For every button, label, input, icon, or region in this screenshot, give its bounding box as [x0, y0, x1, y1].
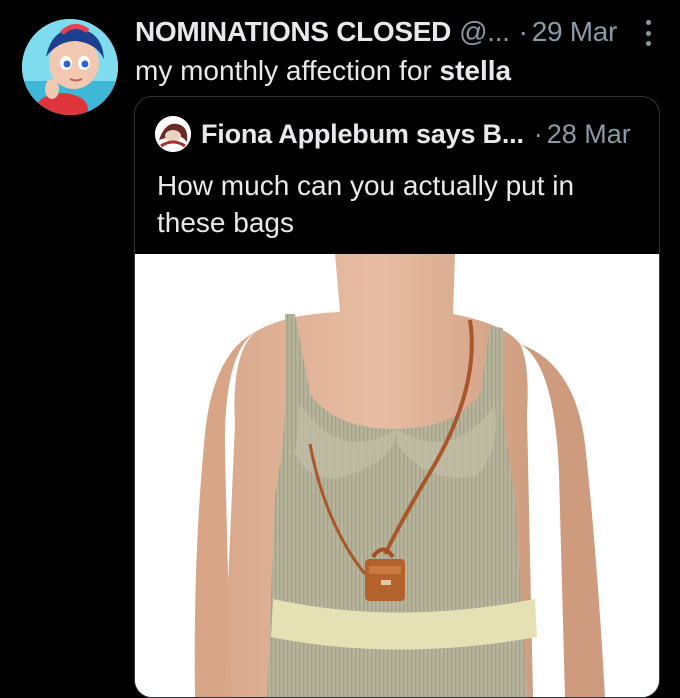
tweet-text-prefix: my monthly affection for — [135, 55, 440, 86]
quoted-avatar[interactable] — [155, 116, 191, 152]
tweet-text-bold: stella — [439, 55, 512, 86]
quoted-text: How much can you actually put in these b… — [157, 170, 575, 238]
separator-dot: · — [518, 16, 528, 47]
tweet-header: NOMINATIONS CLOSED @... · 29 Mar — [135, 14, 665, 50]
quoted-media-image[interactable] — [135, 254, 659, 697]
quoted-display-name[interactable]: Fiona Applebum says B... — [201, 119, 524, 150]
more-options-icon[interactable] — [644, 20, 652, 46]
tweet[interactable]: NOMINATIONS CLOSED @... · 29 Mar my mont… — [0, 0, 680, 698]
quoted-header: Fiona Applebum says B... · 28 Mar — [155, 116, 631, 152]
tweet-text: my monthly affection for stella — [135, 55, 511, 87]
display-name[interactable]: NOMINATIONS CLOSED — [135, 16, 451, 48]
user-handle[interactable]: @... — [459, 16, 510, 48]
quoted-tweet[interactable]: Fiona Applebum says B... · 28 Mar How mu… — [134, 96, 660, 698]
timestamp[interactable]: 29 Mar — [532, 16, 618, 48]
quoted-separator-dot: · — [533, 118, 543, 149]
quoted-timestamp[interactable]: 28 Mar — [547, 119, 631, 150]
avatar[interactable] — [22, 19, 118, 115]
